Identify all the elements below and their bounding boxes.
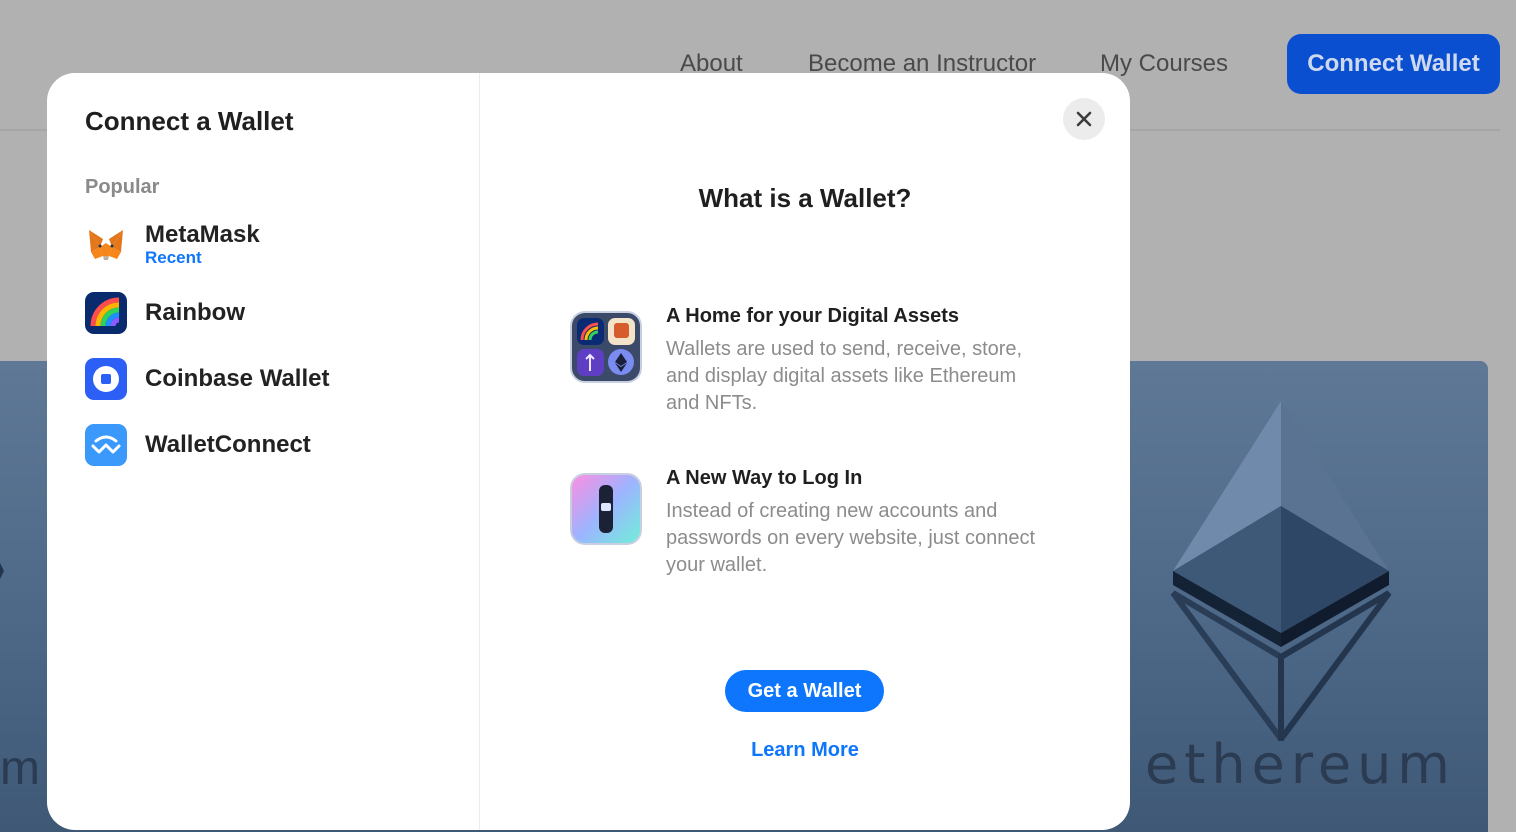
hero-ethereum-wordmark: ethereum xyxy=(1145,733,1456,796)
modal-title: Connect a Wallet xyxy=(85,106,294,136)
close-icon xyxy=(1076,111,1092,127)
info-body: Wallets are used to send, receive, store… xyxy=(666,338,1023,414)
rainbow-icon xyxy=(85,292,127,334)
info-new-login: A New Way to Log In Instead of creating … xyxy=(570,467,1046,579)
wallet-option-walletconnect[interactable]: WalletConnect xyxy=(85,423,311,467)
recent-tag: Recent xyxy=(145,248,202,267)
wallet-name: Rainbow xyxy=(145,299,245,326)
walletconnect-icon xyxy=(85,424,127,466)
ethereum-logo xyxy=(1170,401,1392,741)
wallet-info-pane: What is a Wallet? A Home for your Digita… xyxy=(480,73,1130,830)
digital-assets-icon xyxy=(570,311,642,383)
section-label-popular: Popular xyxy=(85,176,160,198)
ethereum-partial-icon xyxy=(0,563,4,579)
connect-wallet-modal: Connect a Wallet Popular MetaMask Recent xyxy=(47,73,1130,830)
learn-more-link[interactable]: Learn More xyxy=(480,739,1130,762)
wallet-name: WalletConnect xyxy=(145,431,311,458)
wallet-option-metamask[interactable]: MetaMask Recent xyxy=(85,221,260,267)
get-wallet-button[interactable]: Get a Wallet xyxy=(725,670,884,712)
what-is-wallet-title: What is a Wallet? xyxy=(698,183,912,213)
hero-left-text: m xyxy=(0,742,44,795)
wallet-name: Coinbase Wallet xyxy=(145,365,330,392)
coinbase-icon xyxy=(85,358,127,400)
login-key-icon xyxy=(570,473,642,545)
info-digital-assets: A Home for your Digital Assets Wallets a… xyxy=(570,305,1046,417)
wallet-name: MetaMask xyxy=(145,221,260,248)
connect-wallet-button[interactable]: Connect Wallet xyxy=(1287,34,1500,94)
wallet-list-pane: Connect a Wallet Popular MetaMask Recent xyxy=(47,73,480,830)
info-body: Instead of creating new accounts and pas… xyxy=(666,500,1036,576)
info-heading: A New Way to Log In xyxy=(666,467,863,489)
wallet-option-coinbase[interactable]: Coinbase Wallet xyxy=(85,357,329,401)
metamask-fox-icon xyxy=(85,224,127,266)
info-heading: A Home for your Digital Assets xyxy=(666,305,960,327)
close-button[interactable] xyxy=(1063,98,1105,140)
wallet-option-rainbow[interactable]: Rainbow xyxy=(85,291,245,335)
